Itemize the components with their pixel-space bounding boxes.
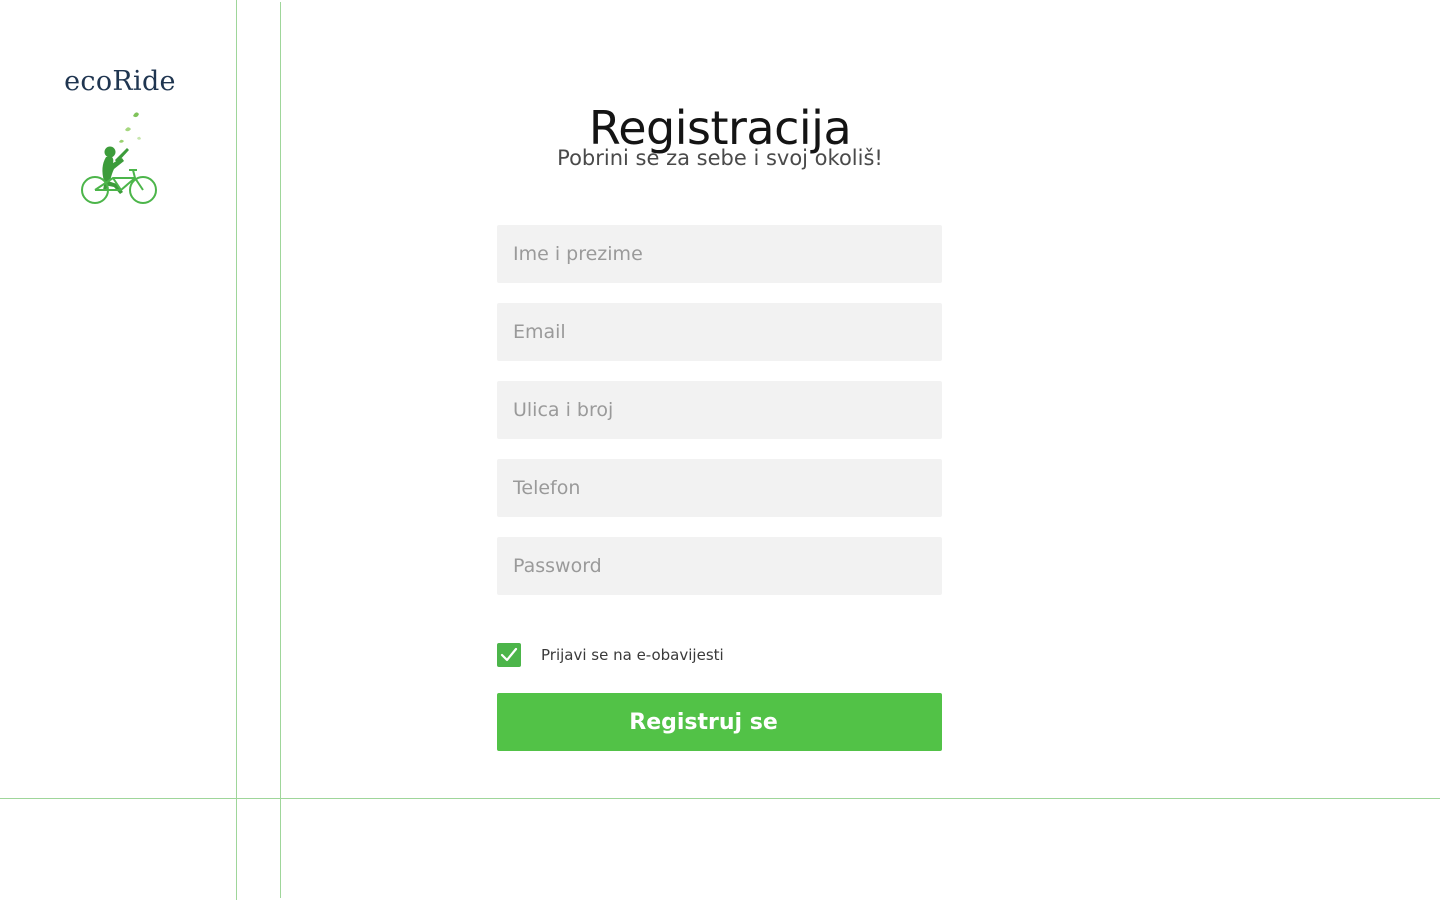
password-input[interactable] [497,537,942,595]
email-input[interactable] [497,303,942,361]
full-name-input[interactable] [497,225,942,283]
register-button[interactable]: Registruj se [497,693,942,751]
registration-form [497,225,942,615]
newsletter-checkbox[interactable] [497,643,521,667]
logo-text: ecoRide [64,66,176,97]
phone-input[interactable] [497,459,942,517]
registration-page: ecoRide Registracija Pobrini se za sebe … [0,0,1440,900]
guide-line-horizontal [0,798,1440,799]
newsletter-label: Prijavi se na e-obavijesti [541,646,724,664]
checkmark-icon [500,647,518,662]
street-input[interactable] [497,381,942,439]
newsletter-consent[interactable]: Prijavi se na e-obavijesti [497,643,724,667]
page-subtitle: Pobrini se za sebe i svoj okoliš! [557,146,883,170]
